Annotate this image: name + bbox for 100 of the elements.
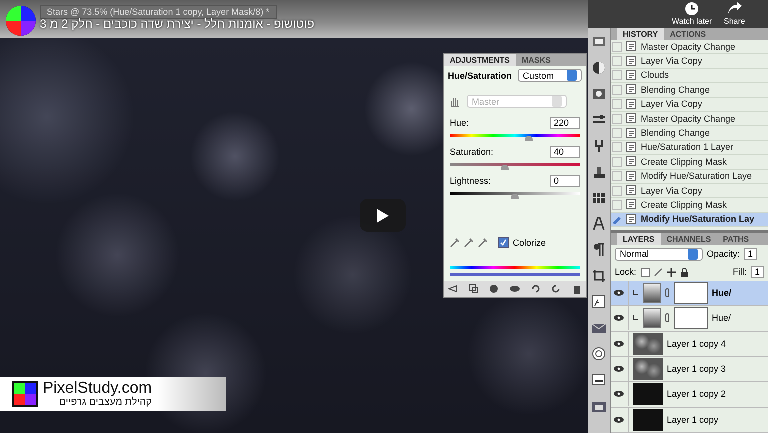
history-state-icon (626, 214, 638, 225)
history-item[interactable]: Master Opacity Change (611, 112, 768, 126)
video-action-button[interactable]: Share (724, 2, 746, 26)
play-button[interactable] (360, 199, 406, 232)
snapshot-box-icon (612, 99, 622, 110)
stamp-icon[interactable] (591, 164, 607, 180)
badge-icon[interactable] (591, 346, 607, 362)
snapshot-box-icon (612, 42, 622, 52)
hand-icon[interactable] (449, 96, 461, 108)
panel-tab[interactable]: HISTORY (617, 28, 664, 40)
slider-value-field[interactable]: 220 (550, 117, 580, 129)
adjustment-thumbnail (643, 283, 661, 304)
slider-label: Saturation: (450, 147, 494, 157)
fill-field[interactable]: 1 (750, 266, 764, 278)
tagline: קהילת מעצבים גרפיים (58, 396, 152, 408)
history-state-icon (626, 41, 638, 52)
history-state-icon (626, 128, 638, 139)
slider-label: Lightness: (450, 176, 492, 186)
layer-row[interactable]: Layer 1 copy 4 (611, 332, 768, 357)
empty-layer-thumbnail (633, 383, 663, 406)
crop-icon[interactable] (591, 268, 607, 284)
refresh-icon[interactable] (551, 284, 562, 294)
snapshot-box-icon (612, 200, 622, 210)
history-state-icon (626, 56, 638, 67)
video-action-button[interactable]: Watch later (672, 2, 712, 26)
history-item[interactable]: Blending Change (611, 83, 768, 98)
history-item[interactable]: Master Opacity Change (611, 40, 768, 54)
mask-icon[interactable] (591, 86, 607, 102)
history-state-icon (626, 84, 638, 96)
slider-label: Hue: (450, 118, 470, 128)
history-state-icon (626, 199, 638, 210)
lock-label: Lock: (615, 267, 637, 277)
site-name: PixelStudy.com (43, 380, 152, 396)
snapshot-box-icon (612, 56, 622, 66)
clock-icon (685, 2, 700, 16)
paragraph-icon[interactable] (591, 242, 607, 258)
colorize-label: Colorize (513, 238, 546, 248)
chain-icon (665, 288, 670, 298)
adjust-icon[interactable] (591, 60, 607, 76)
history-item[interactable]: Clouds (611, 68, 768, 84)
panel-tab[interactable]: ADJUSTMENTS (444, 54, 516, 66)
frames-icon[interactable] (468, 284, 479, 294)
eyedropper-icon[interactable] (464, 238, 474, 248)
history-item[interactable]: Hue/Saturation 1 Layer (611, 140, 768, 156)
trash-icon[interactable] (572, 284, 582, 294)
slider-value-field[interactable]: 40 (550, 146, 580, 158)
snapshot-box-icon (612, 128, 622, 138)
lock-icon[interactable] (680, 268, 689, 276)
history-item[interactable]: Layer Via Copy (611, 98, 768, 112)
snapshot-box-icon (612, 171, 622, 182)
history-item[interactable]: Create Clipping Mask (611, 155, 768, 170)
slider-thumb[interactable] (525, 136, 534, 141)
slider-value-field[interactable]: 0 (550, 175, 580, 187)
mask-thumbnail (674, 307, 708, 330)
share-icon (726, 2, 743, 16)
history-item[interactable]: Modify Hue/Saturation Lay (611, 212, 768, 228)
history-item[interactable]: Blending Change (611, 126, 768, 141)
colorize-checkbox[interactable] (498, 237, 509, 248)
layer-row[interactable]: Layer 1 copy (611, 408, 768, 433)
layer-row[interactable]: Hue/ (611, 306, 768, 332)
slider-thumb[interactable] (511, 194, 519, 199)
text-icon[interactable] (591, 216, 607, 232)
empty-layer-thumbnail (633, 408, 663, 431)
history-state-icon (626, 156, 638, 168)
snapshot-box-icon (612, 186, 622, 196)
layer-comp-icon[interactable] (591, 372, 607, 388)
snapshot-box-icon (612, 142, 622, 152)
history-state-icon (626, 170, 638, 182)
layer-row[interactable]: Layer 1 copy 3 (611, 356, 768, 382)
snapshot-box-icon (612, 84, 622, 95)
back-arrow-icon[interactable] (448, 284, 458, 294)
history-state-icon (626, 113, 638, 124)
grid-icon[interactable] (591, 190, 607, 206)
move-icon[interactable] (666, 268, 676, 276)
lock-transparency-icon[interactable] (640, 268, 650, 276)
texture-thumbnail (633, 332, 663, 355)
history-item[interactable]: Layer Via Copy (611, 54, 768, 69)
opacity-label: Opacity: (707, 249, 740, 259)
eyedropper-icon[interactable] (478, 238, 488, 248)
history-state-icon (626, 70, 638, 81)
opacity-field[interactable]: 1 (744, 248, 758, 260)
history-item[interactable]: Modify Hue/Saturation Laye (611, 170, 768, 184)
document-tab[interactable]: Stars @ 73.5% (Hue/Saturation 1 copy, Layer Mask/8) * (40, 5, 277, 19)
eyedropper-icon[interactable] (450, 238, 460, 248)
panel-title: Hue/Saturation (448, 70, 512, 80)
history-item[interactable]: Layer Via Copy (611, 184, 768, 198)
fill-label: Fill: (732, 267, 747, 277)
layer-row[interactable]: Layer 1 copy 2 (611, 382, 768, 408)
layer-row[interactable]: Hue/ (611, 281, 768, 306)
preset-dropdown[interactable]: Custom (518, 69, 582, 82)
play-icon (377, 208, 389, 222)
snapshot-box-icon (612, 114, 622, 124)
snapshot-box-icon (612, 156, 622, 167)
logo-icon (12, 381, 38, 407)
adjustment-thumbnail (643, 308, 661, 328)
slider-thumb[interactable] (500, 165, 509, 170)
history-state-icon (626, 185, 638, 196)
reset-icon[interactable] (530, 284, 541, 294)
blend-mode-dropdown[interactable]: Normal (615, 248, 703, 260)
panel-tab[interactable]: LAYERS (617, 233, 661, 245)
